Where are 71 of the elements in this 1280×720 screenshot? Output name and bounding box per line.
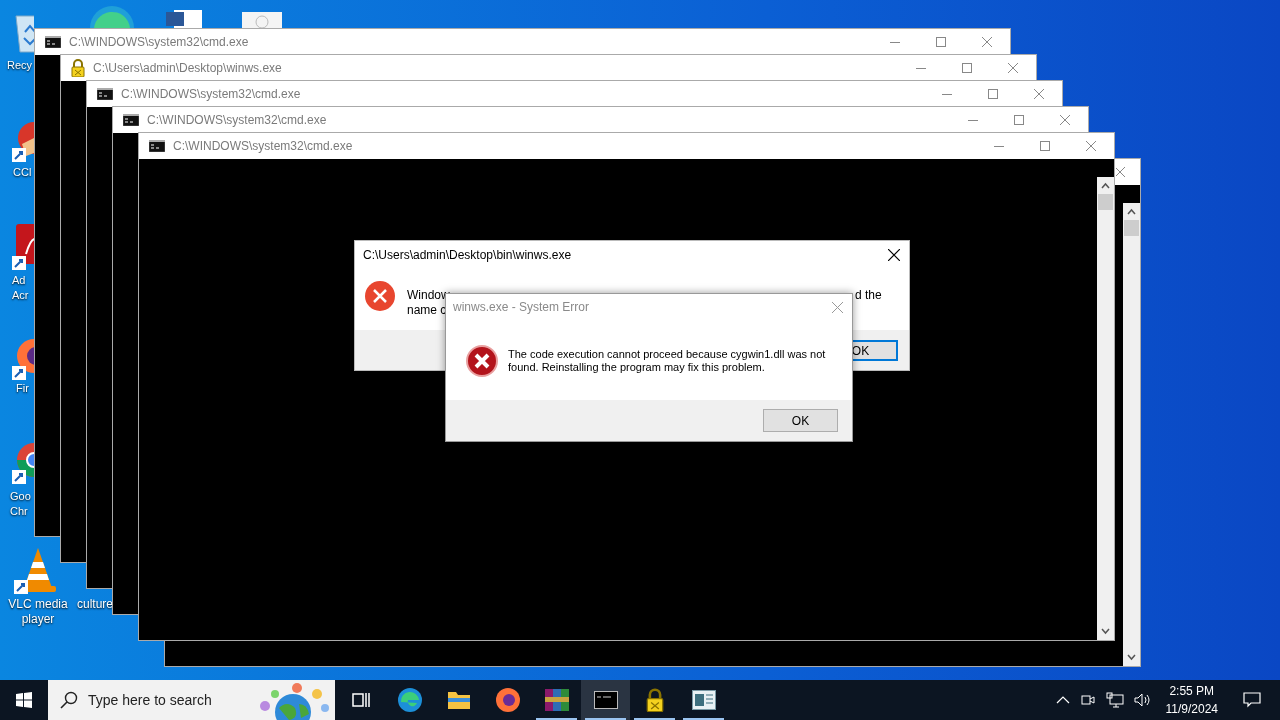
desktop-icon-label[interactable]: Fir — [16, 381, 29, 396]
minimize-icon — [890, 41, 900, 43]
close-icon — [888, 249, 900, 261]
firefox-icon — [494, 687, 521, 713]
search-input[interactable]: Type here to search — [88, 689, 228, 711]
console-icon — [123, 114, 139, 126]
folder-icon — [446, 690, 471, 710]
edge-icon — [396, 687, 423, 713]
desktop-icon-label[interactable]: Chr — [10, 504, 28, 519]
console-icon — [149, 140, 165, 152]
maximize-icon — [1040, 141, 1050, 151]
desktop-icon-label[interactable]: Ad — [12, 273, 26, 288]
close-icon — [1008, 63, 1018, 73]
desktop-icon-label[interactable]: culture — [77, 597, 114, 612]
window-title: C:\Users\admin\Desktop\winws.exe — [93, 60, 282, 77]
desktop-icon-label[interactable]: Recy — [7, 58, 33, 73]
minimize-icon — [994, 145, 1004, 147]
padlock-icon — [645, 688, 664, 712]
maximize-icon — [962, 63, 972, 73]
close-icon — [1034, 89, 1044, 99]
ok-button[interactable]: OK — [763, 409, 838, 432]
close-icon — [1086, 141, 1096, 151]
scroll-thumb[interactable] — [1098, 194, 1113, 210]
dialog-title: winws.exe - System Error — [453, 299, 590, 316]
error-icon — [466, 345, 498, 377]
close-icon — [1060, 115, 1070, 125]
window-app-icon — [691, 690, 716, 710]
speaker-icon[interactable] — [1133, 692, 1152, 708]
clock[interactable]: 2:55 PM 11/9/2024 — [1161, 682, 1222, 718]
window-title: C:\WINDOWS\system32\cmd.exe — [147, 112, 327, 129]
globe-decoration-icon — [259, 682, 331, 720]
maximize-icon — [1014, 115, 1024, 125]
maximize-icon — [988, 89, 998, 99]
padlock-icon — [71, 59, 85, 77]
scrollbar[interactable] — [1097, 177, 1114, 640]
desktop-icon-label[interactable]: Goo — [10, 489, 31, 504]
taskbar-app-button[interactable] — [581, 680, 630, 720]
chevron-up-icon[interactable] — [1055, 695, 1070, 705]
clock-date: 11/9/2024 — [1165, 701, 1218, 718]
windows-logo-icon — [16, 692, 32, 708]
books-icon — [543, 687, 570, 713]
window-title: C:\WINDOWS\system32\cmd.exe — [121, 86, 301, 103]
message-text: d the — [855, 287, 882, 304]
console-icon — [97, 88, 113, 100]
search-field[interactable]: Type here to search — [48, 680, 335, 720]
task-view-icon — [350, 691, 371, 709]
traffic-cone-icon — [14, 548, 58, 594]
camera-icon[interactable] — [1079, 692, 1096, 708]
desktop-icon-label[interactable]: CCl — [13, 165, 32, 180]
speech-bubble-icon — [1243, 692, 1261, 708]
scrollbar[interactable] — [1123, 203, 1140, 666]
scroll-thumb[interactable] — [1124, 220, 1139, 236]
window-title: C:\WINDOWS\system32\cmd.exe — [173, 138, 353, 155]
dialog-title: C:\Users\admin\Desktop\bin\winws.exe — [363, 247, 572, 264]
close-icon — [982, 37, 992, 47]
maximize-icon — [936, 37, 946, 47]
desktop-icon-label[interactable]: VLC media — [7, 597, 69, 612]
minimize-icon — [968, 119, 978, 121]
minimize-icon — [942, 93, 952, 95]
window-title: C:\WINDOWS\system32\cmd.exe — [69, 34, 249, 51]
search-icon — [60, 691, 78, 709]
network-icon[interactable] — [1105, 692, 1124, 708]
minimize-icon — [916, 67, 926, 69]
desktop-icon-label[interactable]: player — [7, 612, 69, 627]
console-icon — [45, 36, 61, 48]
close-icon — [831, 301, 843, 313]
clock-time: 2:55 PM — [1169, 683, 1215, 700]
close-icon — [1116, 167, 1125, 177]
desktop-icon-label[interactable]: Acr — [12, 288, 29, 303]
console-icon — [593, 691, 618, 709]
error-icon — [364, 280, 396, 312]
